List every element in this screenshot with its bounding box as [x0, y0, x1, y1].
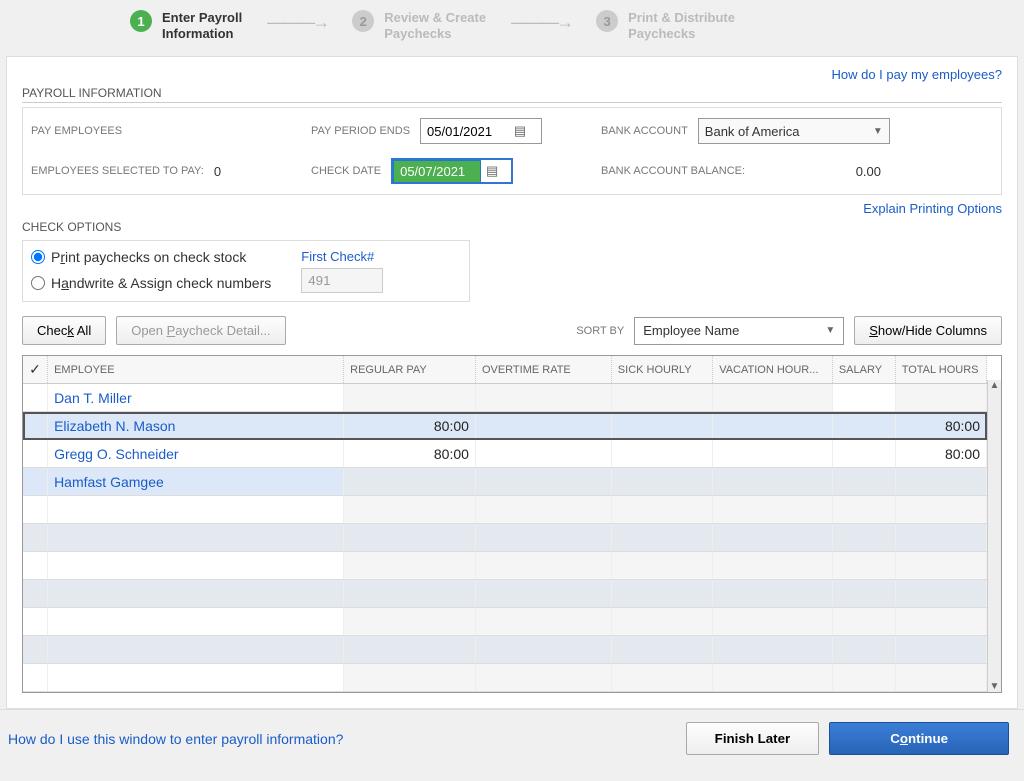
first-check-label: First Check#	[301, 249, 383, 264]
col-sick-hourly[interactable]: SICK HOURLY	[611, 356, 712, 384]
table-row[interactable]	[23, 664, 987, 692]
check-options-title: CHECK OPTIONS	[22, 220, 1002, 236]
open-paycheck-detail-button[interactable]: Open Paycheck Detail...	[116, 316, 285, 345]
table-row[interactable]	[23, 552, 987, 580]
employees-selected-value: 0	[214, 164, 221, 179]
scroll-down-icon[interactable]: ▼	[988, 681, 1001, 692]
table-row[interactable]: Hamfast Gamgee	[23, 468, 987, 496]
col-vacation-hours[interactable]: VACATION HOUR...	[713, 356, 833, 384]
check-date-input[interactable]: ▤	[391, 158, 513, 184]
radio-handwrite-input[interactable]	[31, 276, 45, 290]
calendar-icon[interactable]: ▤	[509, 123, 531, 139]
chevron-down-icon: ▼	[825, 325, 835, 336]
step-3-label: Print & DistributePaychecks	[628, 10, 735, 41]
employee-name[interactable]: Dan T. Miller	[48, 384, 344, 412]
show-hide-columns-button[interactable]: Show/Hide Columns	[854, 316, 1002, 345]
check-options-box: Print paychecks on check stock Handwrite…	[22, 240, 470, 302]
arrow-icon: ———→	[267, 10, 327, 33]
radio-print-paychecks-input[interactable]	[31, 250, 45, 264]
employee-table: ✓ EMPLOYEE REGULAR PAY OVERTIME RATE SIC…	[22, 355, 1002, 693]
table-row[interactable]: Gregg O. Schneider 80:00 80:00	[23, 440, 987, 468]
employee-name[interactable]: Hamfast Gamgee	[48, 468, 344, 496]
step-2-circle: 2	[352, 10, 374, 32]
radio-handwrite[interactable]: Handwrite & Assign check numbers	[31, 275, 271, 291]
table-row[interactable]: Dan T. Miller	[23, 384, 987, 412]
wizard-steps: 1 Enter PayrollInformation ———→ 2 Review…	[0, 0, 1024, 56]
first-check-input	[301, 268, 383, 293]
step-2: 2 Review & CreatePaychecks	[352, 10, 486, 41]
table-row[interactable]	[23, 580, 987, 608]
payroll-info-box: PAY EMPLOYEES PAY PERIOD ENDS ▤ BANK ACC…	[22, 107, 1002, 195]
step-1-label: Enter PayrollInformation	[162, 10, 242, 41]
table-row[interactable]	[23, 636, 987, 664]
help-link-top[interactable]: How do I pay my employees?	[22, 67, 1002, 82]
step-3-circle: 3	[596, 10, 618, 32]
calendar-icon[interactable]: ▤	[481, 163, 503, 179]
col-total-hours[interactable]: TOTAL HOURS	[895, 356, 986, 384]
col-overtime-rate[interactable]: OVERTIME RATE	[475, 356, 611, 384]
finish-later-button[interactable]: Finish Later	[686, 722, 820, 755]
arrow-icon: ———→	[511, 10, 571, 33]
explain-printing-link[interactable]: Explain Printing Options	[22, 201, 1002, 216]
chevron-down-icon: ▼	[873, 126, 883, 137]
col-regular-pay[interactable]: REGULAR PAY	[344, 356, 476, 384]
table-row[interactable]	[23, 608, 987, 636]
check-date-field[interactable]	[393, 160, 481, 183]
table-header-row: ✓ EMPLOYEE REGULAR PAY OVERTIME RATE SIC…	[23, 356, 987, 384]
step-3: 3 Print & DistributePaychecks	[596, 10, 735, 41]
bank-balance-value: 0.00	[856, 164, 881, 179]
toolbar: Check All Open Paycheck Detail... SORT B…	[22, 316, 1002, 345]
bank-balance-label: BANK ACCOUNT BALANCE:	[601, 165, 745, 177]
sort-by-value: Employee Name	[643, 323, 739, 338]
step-2-label: Review & CreatePaychecks	[384, 10, 486, 41]
continue-button[interactable]: Continue	[829, 722, 1009, 755]
footer: How do I use this window to enter payrol…	[0, 709, 1024, 767]
employee-name[interactable]: Gregg O. Schneider	[48, 440, 344, 468]
sort-by-select[interactable]: Employee Name ▼	[634, 317, 844, 345]
pay-employees-label: PAY EMPLOYEES	[31, 125, 311, 137]
sort-by-label: SORT BY	[576, 325, 624, 337]
table-row[interactable]	[23, 524, 987, 552]
payroll-info-title: PAYROLL INFORMATION	[22, 86, 1002, 103]
step-1: 1 Enter PayrollInformation	[130, 10, 242, 41]
pay-period-ends-label: PAY PERIOD ENDS	[311, 125, 410, 137]
scroll-up-icon[interactable]: ▲	[988, 380, 1001, 391]
bank-account-value: Bank of America	[705, 124, 800, 139]
main-panel: How do I pay my employees? PAYROLL INFOR…	[6, 56, 1018, 709]
footer-help-link[interactable]: How do I use this window to enter payrol…	[8, 731, 343, 747]
employees-selected-label: EMPLOYEES SELECTED TO PAY:	[31, 165, 204, 177]
pay-period-ends-field[interactable]	[421, 121, 509, 142]
bank-account-label: BANK ACCOUNT	[601, 125, 688, 137]
pay-period-ends-input[interactable]: ▤	[420, 118, 542, 144]
bank-account-select[interactable]: Bank of America ▼	[698, 118, 890, 144]
check-all-button[interactable]: Check All	[22, 316, 106, 345]
table-row[interactable]: Elizabeth N. Mason 80:00 80:00	[23, 412, 987, 440]
scrollbar[interactable]: ▲ ▼	[987, 380, 1001, 692]
check-date-label: CHECK DATE	[311, 165, 381, 177]
employee-name[interactable]: Elizabeth N. Mason	[48, 412, 344, 440]
col-check[interactable]: ✓	[23, 356, 48, 384]
step-1-circle: 1	[130, 10, 152, 32]
col-employee[interactable]: EMPLOYEE	[48, 356, 344, 384]
table-row[interactable]	[23, 496, 987, 524]
radio-print-paychecks[interactable]: Print paychecks on check stock	[31, 249, 271, 265]
col-salary[interactable]: SALARY	[832, 356, 895, 384]
